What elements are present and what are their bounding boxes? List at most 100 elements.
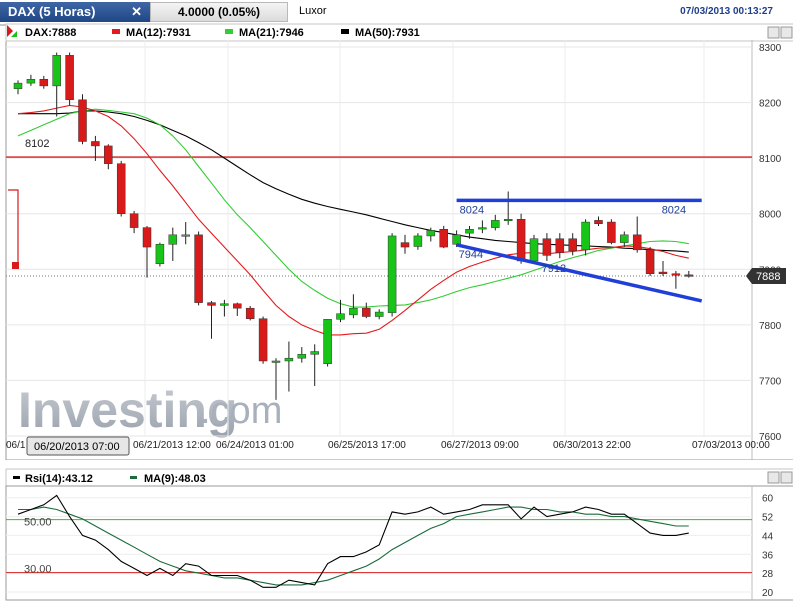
- legend-ma21-text: MA(21):7946: [239, 27, 304, 39]
- rsi-tick-label: 36: [762, 550, 774, 561]
- candle-body: [349, 307, 358, 316]
- rsi-title: Rsi(14):43.12: [25, 473, 93, 485]
- legend-ma12-text: MA(12):7931: [126, 27, 191, 39]
- time-tick-label: 06/24/2013 01:00: [216, 440, 294, 451]
- candle-body: [104, 145, 113, 164]
- candle-body: [516, 219, 526, 262]
- candle-body: [426, 230, 436, 237]
- candle-body: [529, 238, 539, 262]
- candle-body: [129, 213, 139, 228]
- candle-body: [271, 360, 281, 363]
- time-tick-label: 06/1: [6, 440, 26, 451]
- candle-body: [116, 163, 126, 214]
- rsi-tick-label: 60: [762, 494, 774, 505]
- candle-body: [194, 234, 203, 303]
- candle-body: [387, 235, 397, 313]
- candle-body: [413, 235, 423, 247]
- rsi-ma-title: MA(9):48.03: [144, 473, 206, 485]
- rsi-tick-label: 52: [762, 513, 774, 524]
- price-tick-label: 8200: [759, 99, 782, 110]
- rsi-left-label: 30.00: [24, 563, 52, 575]
- rsi-ma-swatch: [130, 476, 137, 479]
- candle-body: [658, 271, 668, 274]
- candle-body: [78, 99, 87, 142]
- price-tick-label: 7800: [759, 321, 782, 332]
- candle-body: [439, 229, 448, 248]
- ma21-swatch: [225, 29, 233, 34]
- panel-gap: [0, 460, 793, 469]
- price-tick-label: 8000: [759, 210, 782, 221]
- crosshair-date-label: 06/20/2013 07:00: [34, 441, 120, 453]
- price-tick-label: 7700: [759, 376, 782, 387]
- candle-body: [645, 249, 655, 274]
- rsi-legend-bar: [5, 468, 793, 487]
- support-label-mid: 7912: [542, 263, 566, 275]
- candle-body: [452, 234, 461, 245]
- minimize-icon[interactable]: [767, 26, 780, 39]
- last-price-label: 7888: [756, 271, 780, 283]
- candle-body: [594, 220, 603, 224]
- candle-body: [542, 238, 552, 256]
- resistance-label-left: 8024: [460, 204, 484, 216]
- candle-body: [491, 220, 500, 228]
- candle-body: [245, 307, 255, 319]
- candle-body: [284, 357, 294, 362]
- ma50-swatch: [341, 29, 349, 34]
- resistance-label-right: 8024: [662, 204, 686, 216]
- candle-body: [336, 313, 345, 320]
- price-tick-label: 8100: [759, 154, 782, 165]
- time-tick-label: 06/27/2013 09:00: [441, 440, 519, 451]
- candle-body: [297, 354, 307, 359]
- rsi-panel: [5, 485, 793, 601]
- investing-watermark: Investing .com: [18, 382, 282, 438]
- candle-body: [39, 78, 49, 87]
- candle-body: [155, 244, 165, 264]
- level-label: 8102: [25, 138, 49, 150]
- candle-body: [207, 302, 216, 306]
- support-label-start: 7944: [459, 249, 483, 261]
- candle-body: [684, 274, 694, 277]
- candle-body: [671, 273, 681, 276]
- candle-body: [503, 219, 513, 222]
- candle-body: [258, 318, 268, 362]
- price-tick-label: 8300: [759, 43, 782, 54]
- candle-body: [220, 303, 229, 306]
- candle-body: [478, 227, 487, 230]
- candle-body: [168, 234, 178, 245]
- candle-body: [607, 221, 616, 243]
- rsi-tick-label: 20: [762, 588, 774, 599]
- candle-body: [181, 234, 190, 237]
- maximize-icon[interactable]: [780, 26, 793, 39]
- rsi-swatch: [13, 476, 20, 479]
- watermark-suffix: .com: [200, 390, 282, 432]
- candle-body: [142, 227, 152, 248]
- rsi-tick-label: 28: [762, 569, 774, 580]
- candle-body: [362, 307, 371, 317]
- candle-body: [65, 55, 74, 101]
- candle-body: [323, 319, 332, 365]
- candle-body: [13, 82, 23, 89]
- candle-body: [52, 55, 61, 87]
- candle-body: [310, 351, 319, 355]
- candle-body: [400, 242, 410, 248]
- left-marker-handle[interactable]: [12, 262, 19, 269]
- time-tick-label: 06/21/2013 12:00: [133, 440, 211, 451]
- chart-canvas[interactable]: DAX:7888 MA(12):7931 MA(21):7946 MA(50):…: [0, 0, 793, 601]
- legend-price-text: DAX:7888: [25, 27, 76, 39]
- rsi-close-icon[interactable]: [780, 471, 793, 484]
- candle-body: [568, 238, 577, 252]
- time-tick-label: 06/30/2013 22:00: [553, 440, 631, 451]
- time-tick-label: 06/25/2013 17:00: [328, 440, 406, 451]
- rsi-left-label: 50.00: [24, 516, 52, 528]
- candle-body: [26, 78, 36, 84]
- time-tick-label: 07/03/2013 00:00: [692, 440, 770, 451]
- legend-ma50-text: MA(50):7931: [355, 27, 420, 39]
- candle-body: [620, 234, 629, 243]
- rsi-tick-label: 44: [762, 531, 774, 542]
- rsi-minimize-icon[interactable]: [767, 471, 780, 484]
- candle-body: [581, 221, 590, 251]
- candle-body: [374, 311, 384, 317]
- candle-body: [91, 141, 100, 147]
- candle-body: [632, 234, 642, 251]
- candle-body: [555, 238, 565, 253]
